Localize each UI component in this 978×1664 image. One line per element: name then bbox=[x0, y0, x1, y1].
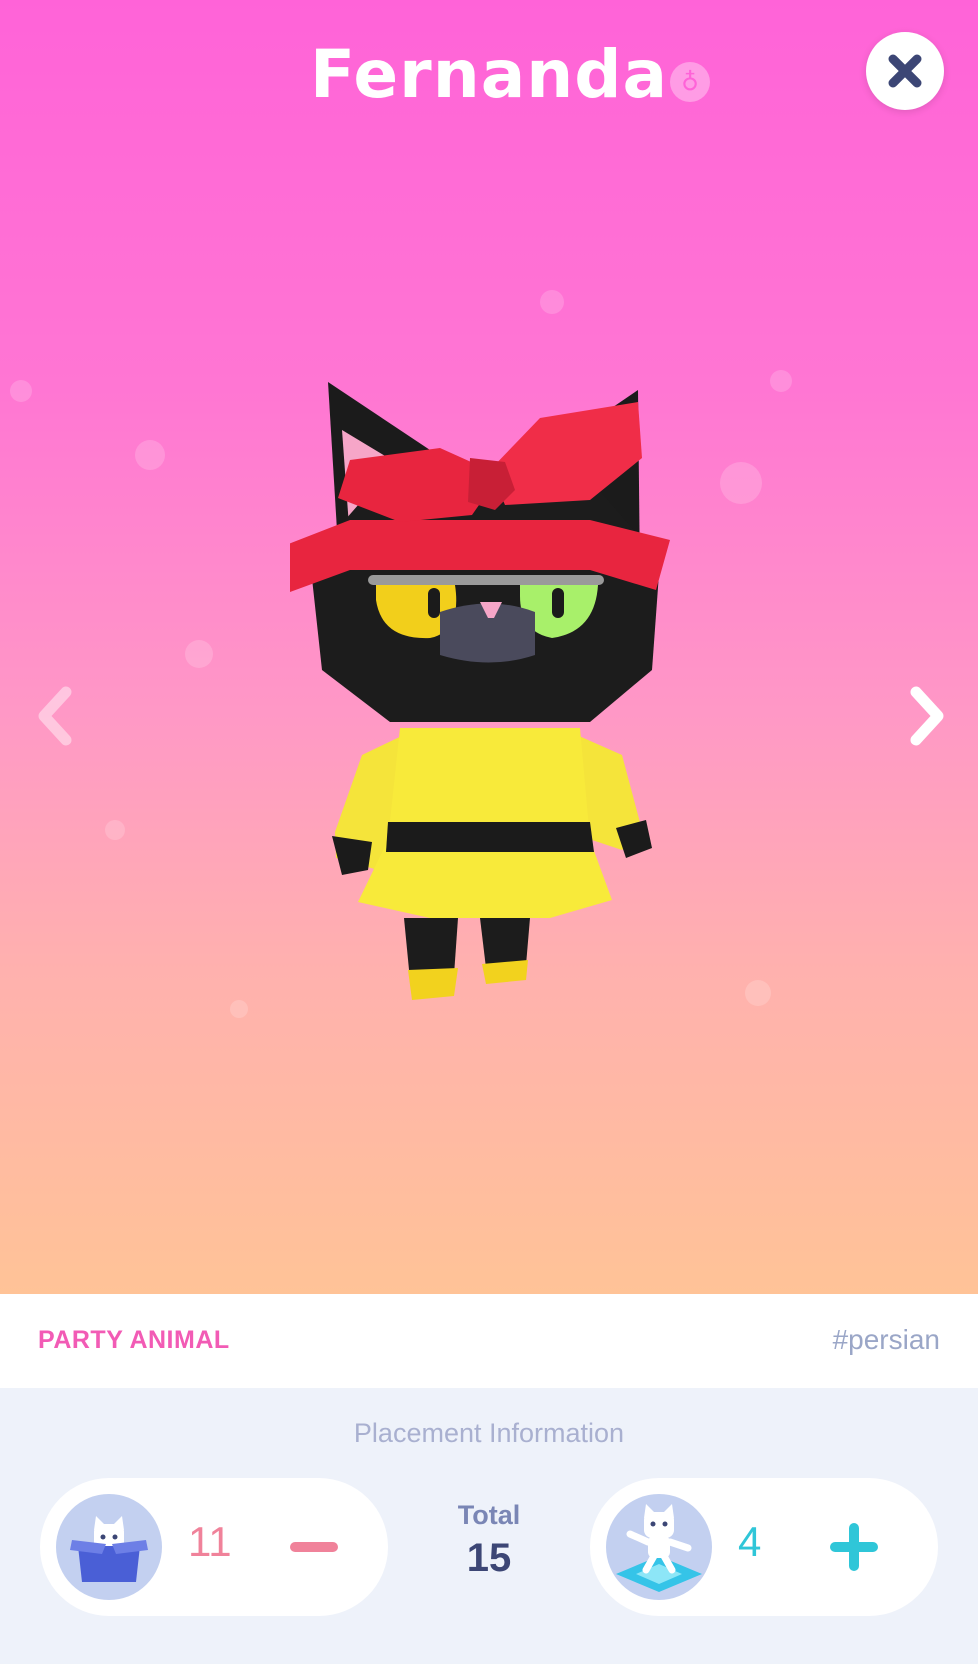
cat-left-paw bbox=[332, 836, 372, 875]
breed-tag[interactable]: #persian bbox=[833, 1324, 940, 1356]
cat-brow bbox=[368, 575, 604, 585]
bokeh-bubble bbox=[185, 640, 213, 668]
cat-left-foot bbox=[408, 968, 458, 1000]
cat-right-foot bbox=[482, 960, 528, 984]
chevron-right-icon[interactable] bbox=[906, 684, 950, 748]
bokeh-bubble bbox=[105, 820, 125, 840]
cat-head bbox=[310, 480, 660, 722]
cat-name-title: Fernanda bbox=[309, 36, 668, 113]
bokeh-bubble bbox=[540, 290, 564, 314]
close-button[interactable] bbox=[866, 32, 944, 110]
gender-icon: ♁ bbox=[670, 62, 710, 102]
cat-character-model bbox=[290, 382, 670, 1000]
bokeh-bubble bbox=[770, 370, 792, 392]
stored-pill: 11 bbox=[40, 1478, 388, 1616]
bokeh-bubble bbox=[720, 462, 762, 504]
placement-panel: Placement Information 11 Total 15 4 bbox=[0, 1388, 978, 1664]
close-icon bbox=[888, 54, 922, 88]
minus-icon[interactable] bbox=[286, 1519, 342, 1575]
stored-count: 11 bbox=[188, 1518, 232, 1565]
bokeh-bubble bbox=[10, 380, 32, 402]
total-label: Total bbox=[457, 1500, 521, 1530]
character-stage: Fernanda ♁ bbox=[0, 0, 978, 1294]
cat-info-bar: PARTY ANIMAL #persian bbox=[0, 1294, 978, 1388]
bokeh-bubble bbox=[230, 1000, 248, 1018]
box-cat-icon bbox=[56, 1494, 162, 1600]
placed-count: 4 bbox=[738, 1518, 762, 1565]
total-value: 15 bbox=[466, 1536, 512, 1580]
bokeh-bubble bbox=[745, 980, 771, 1006]
personality-label: PARTY ANIMAL bbox=[38, 1326, 230, 1354]
chevron-left-icon[interactable] bbox=[32, 684, 76, 748]
plus-icon[interactable] bbox=[826, 1519, 882, 1575]
placement-title: Placement Information bbox=[353, 1418, 625, 1448]
cat-left-pupil bbox=[428, 588, 440, 618]
cat-dress-stripe bbox=[386, 822, 594, 852]
placed-pill: 4 bbox=[590, 1478, 938, 1616]
cat-right-pupil bbox=[552, 588, 564, 618]
dancing-cat-icon bbox=[606, 1494, 712, 1600]
bokeh-bubble bbox=[135, 440, 165, 470]
